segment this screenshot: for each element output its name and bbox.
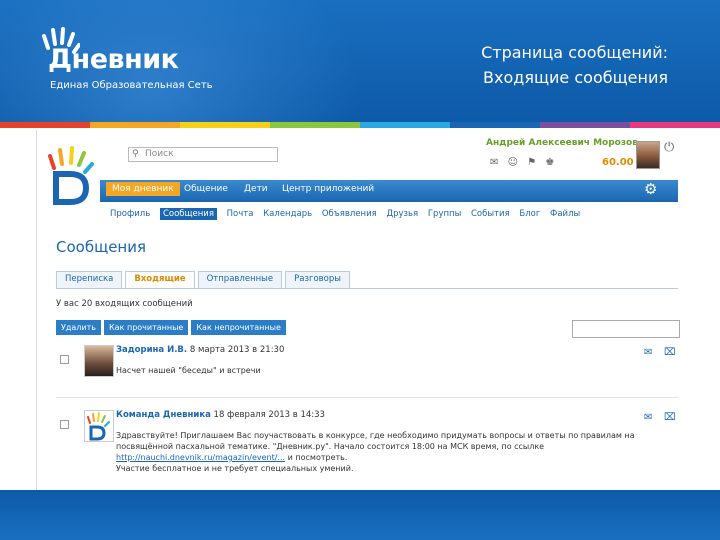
mark-read-button[interactable]: Как прочитанные: [104, 320, 189, 335]
tab-talks[interactable]: Разговоры: [285, 271, 350, 289]
tab-divider: [56, 288, 678, 289]
sender-name[interactable]: Задорина И.В.: [116, 345, 187, 355]
delete-message-icon[interactable]: ⌧: [664, 347, 676, 358]
subnav-blog[interactable]: Блог: [519, 209, 540, 219]
delete-button[interactable]: Удалить: [56, 320, 101, 335]
sender-avatar[interactable]: [84, 345, 114, 377]
user-avatar[interactable]: [636, 141, 660, 169]
sender-name[interactable]: Команда Дневника: [116, 410, 211, 420]
friends-icon[interactable]: ☺: [508, 157, 518, 168]
message-date: 18 февраля 2013 в 14:33: [213, 410, 325, 420]
message-preview[interactable]: Насчет нашей "беседы" и встречи: [116, 365, 656, 376]
user-icons-row: ✉ ☺ ⚑ ♚: [490, 157, 560, 168]
logout-power-icon[interactable]: ⏻: [664, 140, 674, 155]
message-checkbox[interactable]: [60, 355, 69, 364]
message-item[interactable]: Задорина И.В. 8 марта 2013 в 21:30 Насче…: [56, 343, 678, 393]
slide-title: Страница сообщений: Входящие сообщения: [368, 40, 668, 90]
subnav-announcements[interactable]: Объявления: [322, 209, 377, 219]
stripe-orange: [90, 122, 180, 128]
stripe-blue: [450, 122, 540, 128]
stripe-red: [0, 122, 90, 128]
filter-input[interactable]: [572, 320, 680, 338]
stripe-cyan: [360, 122, 450, 128]
stripe-purple: [540, 122, 630, 128]
nav-my-diary[interactable]: Моя дневник: [106, 182, 180, 196]
subnav-messages[interactable]: Сообщения: [159, 208, 217, 220]
settings-gear-icon[interactable]: ⚙: [644, 180, 657, 198]
stripe-yellow: [180, 122, 270, 128]
tab-inbox[interactable]: Входящие: [125, 271, 195, 289]
reply-envelope-icon[interactable]: ✉: [644, 412, 652, 423]
subnav-calendar[interactable]: Календарь: [263, 209, 312, 219]
mark-unread-button[interactable]: Как непрочитанные: [191, 320, 286, 335]
nav-children[interactable]: Дети: [244, 184, 268, 194]
stripe-green: [270, 122, 360, 128]
presentation-header: Дневник Единая Образовательная Сеть Стра…: [0, 0, 720, 122]
subnav-files[interactable]: Файлы: [550, 209, 580, 219]
message-header: Задорина И.В. 8 марта 2013 в 21:30: [116, 345, 284, 355]
logo-subtitle: Единая Образовательная Сеть: [50, 80, 213, 91]
subnav-friends[interactable]: Друзья: [386, 209, 418, 219]
app-logo-icon[interactable]: [44, 138, 100, 208]
trophy-icon[interactable]: ♚: [545, 157, 554, 168]
message-link[interactable]: http://nauchi.dnevnik.ru/magazin/event/.…: [116, 453, 285, 462]
logo-wordmark: Дневник: [48, 44, 179, 75]
message-separator: [56, 397, 678, 398]
presentation-footer: [0, 490, 720, 540]
messages-icon[interactable]: ✉: [490, 157, 498, 168]
bulk-actions: Удалить Как прочитанные Как непрочитанны…: [56, 320, 289, 335]
color-stripes: [0, 122, 720, 128]
message-preview[interactable]: Здравствуйте! Приглашаем Вас поучаствова…: [116, 430, 656, 474]
subnav-profile[interactable]: Профиль: [110, 209, 150, 219]
message-date: 8 марта 2013 в 21:30: [189, 345, 285, 355]
delete-message-icon[interactable]: ⌧: [664, 412, 676, 423]
stripe-pink: [630, 122, 720, 128]
search-placeholder: Поиск: [145, 149, 174, 159]
reply-envelope-icon[interactable]: ✉: [644, 347, 652, 358]
tab-conversation[interactable]: Переписка: [56, 271, 123, 289]
user-name-link[interactable]: Андрей Алексеевич Морозов: [486, 138, 638, 148]
nav-app-center[interactable]: Центр приложений: [282, 184, 374, 194]
message-tabs: Переписка Входящие Отправленные Разговор…: [56, 271, 353, 289]
message-count: У вас 20 входящих сообщений: [56, 299, 193, 309]
message-header: Команда Дневника 18 февраля 2013 в 14:33: [116, 410, 325, 420]
tab-sent[interactable]: Отправленные: [197, 271, 283, 289]
dnevnik-team-avatar[interactable]: [84, 410, 114, 442]
message-text-line3: Участие бесплатное и не требует специаль…: [116, 464, 354, 473]
nav-communication[interactable]: Общение: [184, 184, 228, 194]
message-text-after: и посмотреть.: [287, 453, 348, 462]
message-checkbox[interactable]: [60, 420, 69, 429]
subnav-groups[interactable]: Группы: [428, 209, 461, 219]
message-text-before: Здравствуйте! Приглашаем Вас поучаствова…: [116, 431, 635, 451]
subnav-events[interactable]: События: [471, 209, 510, 219]
message-item[interactable]: Команда Дневника 18 февраля 2013 в 14:33…: [56, 408, 678, 473]
slide-title-line1: Страница сообщений:: [481, 43, 668, 62]
subnav-mail[interactable]: Почта: [227, 209, 254, 219]
notifications-icon[interactable]: ⚑: [527, 157, 536, 168]
search-icon: ⚲: [132, 149, 139, 159]
page-title: Сообщения: [56, 238, 147, 256]
slide-title-line2: Входящие сообщения: [483, 68, 668, 87]
sub-navigation: Профиль Сообщения Почта Календарь Объявл…: [110, 208, 587, 220]
score-value: 60.00: [602, 157, 634, 168]
search-input[interactable]: ⚲ Поиск: [128, 147, 278, 162]
main-nav-bar: Моя дневник Общение Дети Центр приложени…: [100, 180, 678, 202]
